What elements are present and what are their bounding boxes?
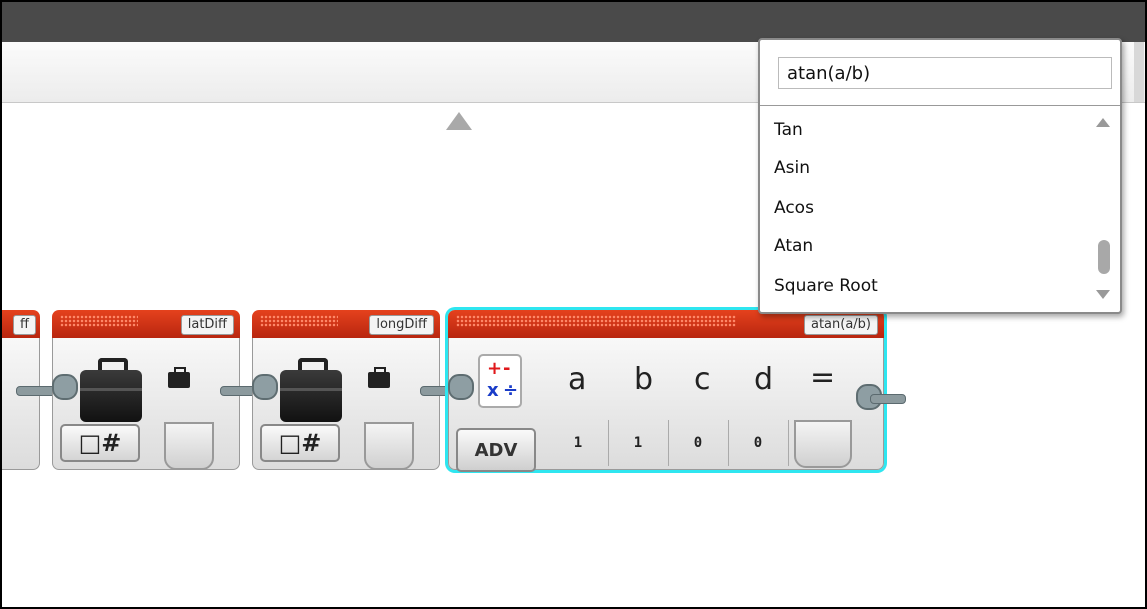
scrollbar-thumb[interactable] — [1098, 240, 1110, 274]
dropdown-item-acos[interactable]: Acos — [774, 198, 814, 218]
dropdown-item-square-root[interactable]: Square Root — [774, 276, 878, 296]
sequence-out-wire — [870, 394, 906, 404]
param-b-input[interactable]: 1 — [608, 420, 669, 466]
small-briefcase-icon — [168, 367, 190, 388]
math-mode-search-input[interactable] — [778, 57, 1112, 89]
param-a-input[interactable]: 1 — [548, 420, 609, 466]
param-d-input[interactable]: 0 — [728, 420, 789, 466]
block-name-label: ff — [13, 315, 36, 335]
sequence-in-port[interactable] — [252, 374, 278, 400]
variable-name-longdiff[interactable]: longDiff — [369, 315, 434, 335]
collapse-toolbar-icon[interactable] — [446, 112, 472, 130]
scroll-down-arrow-icon[interactable] — [1096, 290, 1110, 299]
output-slot[interactable] — [164, 422, 214, 470]
math-operations-icon[interactable]: + - x ÷ — [478, 354, 522, 408]
math-mode-label[interactable]: atan(a/b) — [803, 315, 878, 335]
toolbar-edge — [1134, 42, 1144, 102]
dropdown-item-asin[interactable]: Asin — [774, 158, 810, 178]
param-c-input[interactable]: 0 — [668, 420, 729, 466]
briefcase-icon — [280, 358, 342, 422]
equals-sign: = — [810, 360, 836, 395]
param-d-label: d — [754, 362, 774, 397]
app-window: ff latDiff □# longDiff □# atan(a/b) + - … — [0, 0, 1147, 609]
result-output-slot[interactable] — [794, 420, 852, 468]
sequence-in-port[interactable] — [52, 374, 78, 400]
mode-selector-button[interactable]: □# — [60, 424, 140, 462]
mode-selector-button[interactable]: □# — [260, 424, 340, 462]
adv-mode-button[interactable]: ADV — [456, 428, 536, 472]
param-a-label: a — [568, 362, 587, 397]
scroll-up-arrow-icon[interactable] — [1096, 118, 1110, 127]
briefcase-icon — [80, 358, 142, 422]
param-b-label: b — [634, 362, 654, 397]
output-slot[interactable] — [364, 422, 414, 470]
dropdown-item-tan[interactable]: Tan — [774, 120, 803, 140]
sequence-in-port[interactable] — [448, 374, 474, 400]
variable-name-latdiff[interactable]: latDiff — [180, 315, 234, 335]
title-bar — [2, 2, 1145, 42]
math-mode-dropdown[interactable]: Tan Asin Acos Atan Square Root — [758, 38, 1122, 314]
param-c-label: c — [694, 362, 711, 397]
dropdown-item-atan[interactable]: Atan — [774, 236, 813, 256]
variable-block-longdiff[interactable]: longDiff □# — [252, 310, 440, 470]
variable-block-latdiff[interactable]: latDiff □# — [52, 310, 240, 470]
small-briefcase-icon — [368, 367, 390, 388]
